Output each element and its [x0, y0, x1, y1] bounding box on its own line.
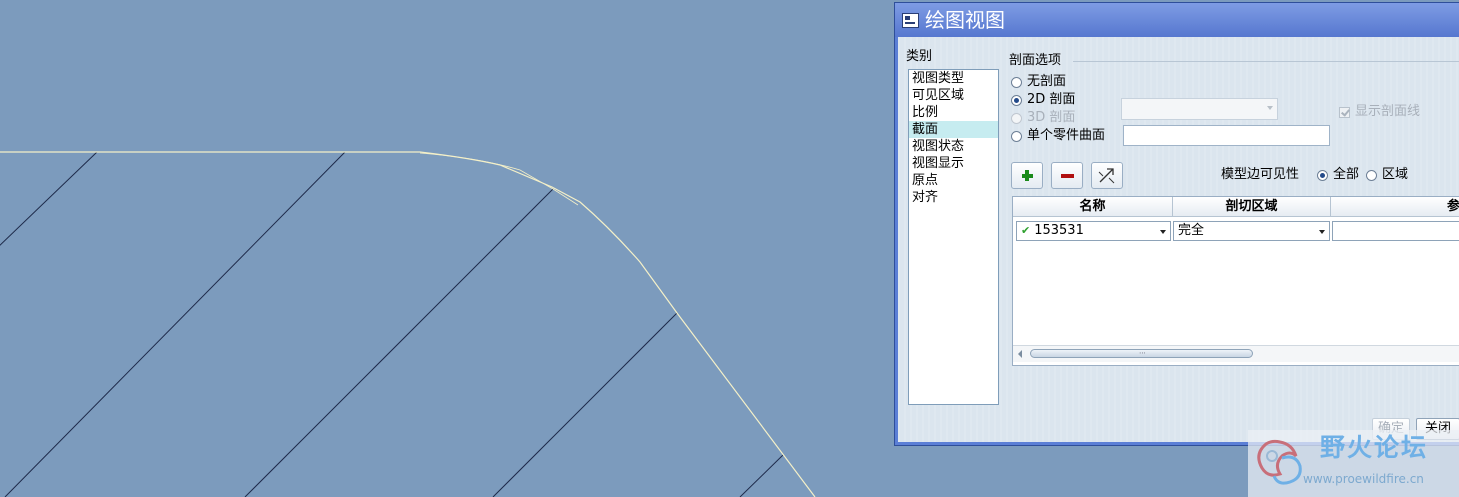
watermark-url: www.proewildfire.cn: [1303, 472, 1424, 486]
category-item-view-type[interactable]: 视图类型: [909, 70, 998, 87]
table-horizontal-scrollbar[interactable]: ⋯: [1013, 345, 1459, 362]
group-divider: [1073, 61, 1459, 62]
scrollbar-thumb[interactable]: ⋯: [1030, 349, 1253, 358]
single-part-surface-field[interactable]: [1123, 125, 1330, 146]
drawing-view-dialog: 绘图视图 类别 视图类型 可见区域 比例 截面 视图状态 视图显示 原点 对齐 …: [894, 2, 1459, 446]
flip-arrow-icon: [1098, 168, 1115, 184]
chevron-down-icon: [1319, 230, 1325, 234]
edge-all-label: 全部: [1333, 167, 1360, 182]
chevron-down-icon: [1267, 106, 1273, 110]
3d-section-label: 3D 剖面: [1027, 110, 1076, 125]
radio-edge-all[interactable]: [1317, 170, 1328, 181]
radio-edge-area[interactable]: [1366, 170, 1377, 181]
add-section-button[interactable]: [1011, 162, 1043, 189]
single-part-surface-label: 单个零件曲面: [1027, 128, 1106, 143]
radio-no-section[interactable]: [1011, 77, 1022, 88]
category-item-sections[interactable]: 截面: [909, 121, 998, 138]
grip-icon: ⋯: [1139, 349, 1146, 357]
remove-section-button[interactable]: [1051, 162, 1083, 189]
category-item-scale[interactable]: 比例: [909, 104, 998, 121]
category-item-view-display[interactable]: 视图显示: [909, 155, 998, 172]
dialog-body: 类别 视图类型 可见区域 比例 截面 视图状态 视图显示 原点 对齐 剖面选项 …: [898, 37, 1459, 442]
category-label: 类别: [906, 49, 933, 64]
watermark-title: 野火论坛: [1320, 433, 1429, 462]
section-name-select[interactable]: ✔ 153531: [1016, 221, 1171, 241]
minus-icon: [1061, 174, 1074, 178]
column-header-reference[interactable]: 参: [1331, 197, 1459, 217]
show-hatch-label: 显示剖面线: [1355, 104, 1421, 119]
watermark: 野火论坛 www.proewildfire.cn: [1248, 430, 1459, 497]
chevron-down-icon: [1160, 230, 1166, 234]
scroll-left-icon[interactable]: [1018, 350, 1022, 358]
edge-area-label: 区域: [1382, 167, 1409, 182]
2d-section-label: 2D 剖面: [1027, 92, 1076, 107]
cut-region-select[interactable]: 完全: [1173, 221, 1330, 241]
category-item-view-states[interactable]: 视图状态: [909, 138, 998, 155]
no-section-label: 无剖面: [1027, 74, 1067, 89]
category-item-origin[interactable]: 原点: [909, 172, 998, 189]
cut-region-value: 完全: [1178, 223, 1205, 238]
dialog-title: 绘图视图: [925, 8, 1005, 32]
dialog-titlebar[interactable]: 绘图视图: [895, 3, 1459, 37]
show-hatch-checkbox: [1339, 107, 1350, 118]
reference-field[interactable]: [1332, 221, 1459, 241]
column-header-name[interactable]: 名称: [1013, 197, 1173, 217]
category-list: 视图类型 可见区域 比例 截面 视图状态 视图显示 原点 对齐: [908, 69, 999, 405]
section-table: 名称 剖切区域 参 ✔ 153531 完全 ⋯: [1012, 196, 1459, 366]
section-options-label: 剖面选项: [1009, 53, 1062, 68]
column-header-cut-region[interactable]: 剖切区域: [1173, 197, 1331, 217]
radio-single-part-surface[interactable]: [1011, 131, 1022, 142]
radio-2d-section[interactable]: [1011, 95, 1022, 106]
category-item-visible-area[interactable]: 可见区域: [909, 87, 998, 104]
3d-section-select: [1121, 98, 1278, 120]
checkmark-icon: ✔: [1021, 224, 1031, 237]
category-item-alignment[interactable]: 对齐: [909, 189, 998, 206]
forum-logo-icon: [1257, 439, 1302, 485]
flip-section-button[interactable]: [1091, 162, 1123, 189]
window-icon: [902, 13, 919, 28]
edge-visibility-label: 模型边可见性: [1221, 167, 1300, 182]
section-name-value: 153531: [1034, 223, 1084, 238]
radio-3d-section: [1011, 113, 1022, 124]
